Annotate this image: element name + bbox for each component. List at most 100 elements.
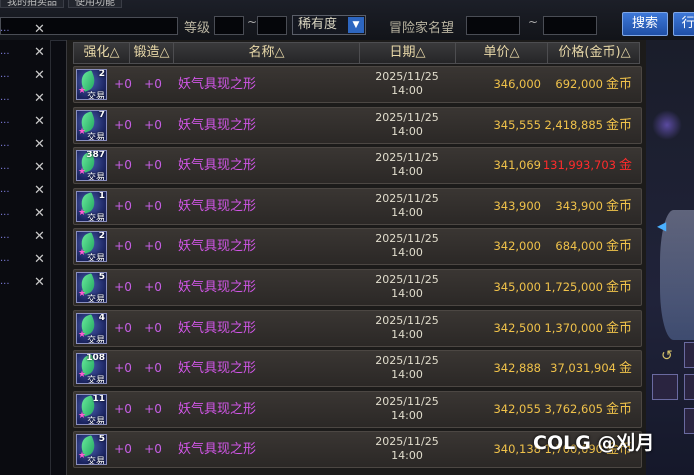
- header-price[interactable]: 价格(金币)△: [548, 43, 641, 63]
- item-icon[interactable]: 5 ★ 交易: [76, 272, 107, 303]
- unit-price: 340,138: [493, 442, 541, 457]
- close-icon[interactable]: ✕: [34, 68, 45, 83]
- listing-date: 2025/11/25 14:00: [362, 192, 452, 222]
- quick-slot[interactable]: [652, 374, 678, 400]
- watch-list-item[interactable]: ... ✕: [0, 204, 50, 226]
- table-row[interactable]: 108 ★ 交易 +0 +0 妖气具现之形 2025/11/25 14:00 342,888 37…: [73, 350, 642, 411]
- item-quantity: 7: [98, 109, 105, 120]
- fame-max-input[interactable]: [543, 16, 597, 35]
- table-row[interactable]: 11 ★ 交易 +0 +0 妖气具现之形 2025/11/25 14:00 342,055 3,7…: [73, 390, 642, 428]
- quick-slot[interactable]: [684, 408, 694, 434]
- quick-slot[interactable]: [684, 374, 694, 400]
- watch-list-item[interactable]: ... ✕: [0, 227, 50, 249]
- item-name: 妖气具现之形: [178, 401, 257, 417]
- header-name[interactable]: 名称△: [174, 43, 360, 63]
- level-min-input[interactable]: [214, 16, 244, 35]
- total-price: 1,725,000 金币: [542, 270, 632, 305]
- star-icon: ★: [78, 370, 87, 381]
- table-row[interactable]: 2 ★ 交易 +0 +0 妖气具现之形 2025/11/25 14:00 342,000 684,…: [73, 228, 642, 266]
- close-icon[interactable]: ✕: [34, 183, 45, 198]
- scroll-left-icon[interactable]: ◀: [657, 219, 666, 233]
- enhance-value: +0: [114, 158, 132, 173]
- header-date[interactable]: 日期△: [360, 43, 456, 63]
- item-icon[interactable]: 2 ★ 交易: [76, 69, 107, 100]
- forge-value: +0: [144, 442, 162, 457]
- item-icon[interactable]: 11 ★ 交易: [76, 393, 107, 425]
- listing-date-day: 2025/11/25: [375, 394, 439, 408]
- item-icon[interactable]: 2 ★ 交易: [76, 231, 107, 263]
- tab-my-auctions[interactable]: 我的拍卖品: [0, 0, 64, 8]
- tradable-label: 交易: [87, 457, 106, 466]
- listing-date-day: 2025/11/25: [375, 110, 439, 124]
- item-name: 妖气具现之形: [178, 239, 257, 255]
- listing-date: 2025/11/25 14:00: [362, 151, 452, 181]
- item-quantity: 1: [98, 190, 105, 201]
- table-row[interactable]: 2 ★ 交易 +0 +0 妖气具现之形 2025/11/25 14:00 346,000 692,…: [73, 66, 642, 103]
- watch-list-item[interactable]: ... ✕: [0, 43, 50, 65]
- total-price-amount: 3,762,605: [544, 401, 603, 416]
- refresh-icon[interactable]: ↺: [661, 348, 673, 364]
- header-enhance[interactable]: 强化△: [74, 43, 130, 63]
- close-icon[interactable]: ✕: [34, 91, 45, 106]
- listing-date-time: 14:00: [391, 449, 423, 463]
- close-icon[interactable]: ✕: [34, 160, 45, 175]
- header-forge[interactable]: 锻造△: [130, 43, 174, 63]
- watch-list-label: ...: [0, 23, 10, 34]
- unit-price: 342,888: [493, 361, 541, 376]
- watch-list-item[interactable]: ... ✕: [0, 66, 50, 88]
- close-icon[interactable]: ✕: [34, 275, 45, 290]
- watch-list-item[interactable]: ... ✕: [0, 89, 50, 111]
- item-quantity: 387: [86, 150, 105, 161]
- forge-value: +0: [144, 158, 162, 173]
- star-icon: ★: [78, 410, 87, 421]
- watch-list-item[interactable]: ... ✕: [0, 158, 50, 180]
- table-row[interactable]: 1 ★ 交易 +0 +0 妖气具现之形 2025/11/25 14:00 343,900 343,…: [73, 187, 642, 225]
- watch-list-item[interactable]: ... ✕: [0, 135, 50, 157]
- left-watch-list: ... ✕... ✕... ✕... ✕... ✕... ✕... ✕... ✕... ✕... ✕…: [0, 22, 51, 475]
- item-name: 妖气具现之形: [178, 117, 257, 133]
- table-row[interactable]: 5 ★ 交易 +0 +0 妖气具现之形 2025/11/25 14:00 345,000 1,72…: [73, 269, 642, 306]
- quick-slot[interactable]: [684, 342, 694, 368]
- listing-date: 2025/11/25 14:00: [362, 232, 452, 262]
- close-icon[interactable]: ✕: [34, 229, 45, 244]
- close-icon[interactable]: ✕: [34, 45, 45, 60]
- enhance-value: +0: [114, 239, 132, 254]
- item-name: 妖气具现之形: [178, 158, 257, 174]
- listing-date-day: 2025/11/25: [375, 151, 439, 165]
- close-icon[interactable]: ✕: [34, 206, 45, 221]
- star-icon: ★: [78, 329, 87, 340]
- item-icon[interactable]: 1 ★ 交易: [76, 190, 107, 222]
- level-max-input[interactable]: [257, 16, 287, 35]
- total-price-amount: 131,993,703: [542, 158, 616, 173]
- item-name: 妖气具现之形: [178, 442, 257, 458]
- watch-list-label: ...: [0, 92, 10, 103]
- extra-button[interactable]: 行: [673, 12, 694, 36]
- fame-min-input[interactable]: [466, 16, 520, 35]
- item-icon[interactable]: 387 ★ 交易: [76, 150, 107, 182]
- header-unit-price[interactable]: 单价△: [456, 43, 548, 63]
- watch-list-item[interactable]: ... ✕: [0, 250, 50, 272]
- close-icon[interactable]: ✕: [34, 252, 45, 267]
- watch-list-label: ...: [0, 161, 10, 172]
- table-row[interactable]: 387 ★ 交易 +0 +0 妖气具现之形 2025/11/25 14:00 341,069 13…: [73, 147, 642, 208]
- close-icon[interactable]: ✕: [34, 114, 45, 129]
- close-icon[interactable]: ✕: [34, 137, 45, 152]
- table-row[interactable]: 4 ★ 交易 +0 +0 妖气具现之形 2025/11/25 14:00 342,500 1,37…: [73, 309, 642, 347]
- watch-list-item[interactable]: ... ✕: [0, 112, 50, 134]
- item-icon[interactable]: 108 ★ 交易: [76, 353, 107, 385]
- item-icon[interactable]: 7 ★ 交易: [76, 109, 107, 141]
- watch-list-item[interactable]: ... ✕: [0, 20, 50, 42]
- tab-functions[interactable]: 使用功能: [68, 0, 122, 8]
- close-icon[interactable]: ✕: [34, 22, 45, 37]
- chevron-down-icon[interactable]: ▼: [348, 17, 364, 33]
- rarity-dropdown[interactable]: 稀有度 ▼: [292, 15, 366, 35]
- search-button[interactable]: 搜索: [622, 12, 668, 36]
- watch-list-item[interactable]: ... ✕: [0, 273, 50, 295]
- item-icon[interactable]: 4 ★ 交易: [76, 312, 107, 344]
- item-icon[interactable]: 5 ★ 交易: [76, 434, 107, 466]
- adventurer-fame-label: 冒险家名望: [389, 21, 455, 36]
- item-quantity: 2: [98, 69, 105, 79]
- watch-list-label: ...: [0, 230, 10, 241]
- table-row[interactable]: 7 ★ 交易 +0 +0 妖气具现之形 2025/11/25 14:00 345,555 2,41…: [73, 106, 642, 144]
- watch-list-item[interactable]: ... ✕: [0, 181, 50, 203]
